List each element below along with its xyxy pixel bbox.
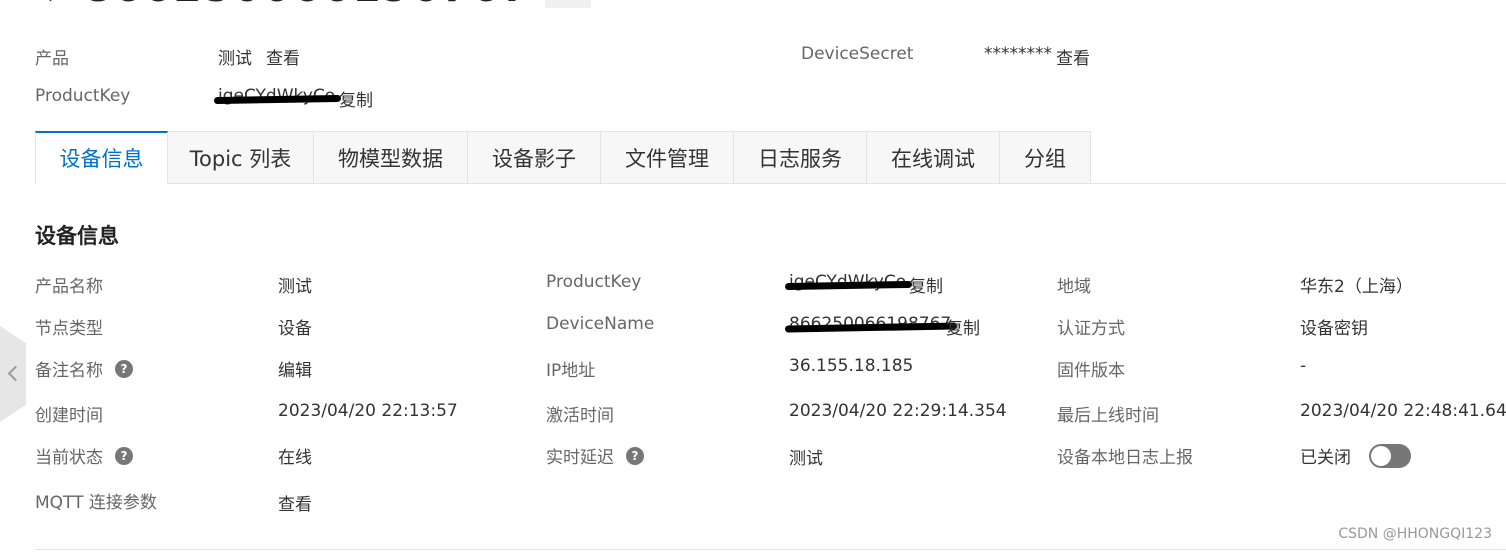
auth-method-label: 认证方式 xyxy=(1057,319,1125,339)
device-name-label: DeviceName xyxy=(546,314,655,334)
tab-thing-model-data[interactable]: 物模型数据 xyxy=(314,131,468,184)
ip-address-value: 36.155.18.185 xyxy=(789,356,914,376)
back-arrow-icon[interactable] xyxy=(30,0,70,8)
realtime-latency-label-text: 实时延迟 xyxy=(546,448,614,468)
realtime-latency-label: 实时延迟 ? xyxy=(546,443,644,468)
product-value: 测试 xyxy=(218,49,252,69)
info-product-key-value-redacted: igeCYdWkyCo xyxy=(789,272,907,292)
watermark: CSDN @HHONGQI123 xyxy=(1338,526,1492,542)
node-type-value: 设备 xyxy=(278,319,312,339)
tab-log-service[interactable]: 日志服务 xyxy=(734,131,867,184)
local-log-report-control: 已关闭 xyxy=(1300,443,1411,468)
last-online-time-value: 2023/04/20 22:48:41.641 xyxy=(1300,401,1506,421)
ip-address-label: IP地址 xyxy=(546,361,596,381)
auth-method-value: 设备密钥 xyxy=(1300,319,1368,339)
current-status-label-text: 当前状态 xyxy=(35,448,103,468)
tab-group[interactable]: 分组 xyxy=(1000,131,1091,184)
local-log-report-status: 已关闭 xyxy=(1300,448,1351,468)
product-key-copy-link[interactable]: 复制 xyxy=(339,86,373,111)
created-time-label: 创建时间 xyxy=(35,406,103,426)
tab-bar: 设备信息 Topic 列表 物模型数据 设备影子 文件管理 日志服务 在线调试 … xyxy=(35,131,1506,184)
tab-device-shadow[interactable]: 设备影子 xyxy=(468,131,601,184)
product-key-label: ProductKey xyxy=(35,86,131,106)
tab-online-debug[interactable]: 在线调试 xyxy=(867,131,1000,184)
info-product-key-label: ProductKey xyxy=(546,272,642,292)
device-secret-label: DeviceSecret xyxy=(801,44,914,64)
mqtt-params-label: MQTT 连接参数 xyxy=(35,493,157,513)
local-log-report-label: 设备本地日志上报 xyxy=(1057,448,1193,468)
region-label: 地域 xyxy=(1057,277,1091,297)
info-product-key-copy-link[interactable]: 复制 xyxy=(909,272,943,297)
activated-time-value: 2023/04/20 22:29:14.354 xyxy=(789,401,1007,421)
product-label: 产品 xyxy=(35,49,69,69)
remark-name-label: 备注名称 ? xyxy=(35,356,133,381)
tab-topic-list[interactable]: Topic 列表 xyxy=(168,131,314,184)
device-secret-view-link[interactable]: 查看 xyxy=(1056,44,1090,69)
tab-device-info[interactable]: 设备信息 xyxy=(35,131,168,184)
current-status-value: 在线 xyxy=(278,448,312,468)
region-value: 华东2（上海） xyxy=(1300,277,1413,297)
tab-file-management[interactable]: 文件管理 xyxy=(601,131,734,184)
remark-edit-link[interactable]: 编辑 xyxy=(278,356,312,381)
collapse-sidebar-handle[interactable] xyxy=(0,326,26,422)
created-time-value: 2023/04/20 22:13:57 xyxy=(278,401,458,421)
activated-time-label: 激活时间 xyxy=(546,406,614,426)
title-tag xyxy=(544,0,591,8)
node-type-label: 节点类型 xyxy=(35,319,103,339)
section-title: 设备信息 xyxy=(35,224,119,248)
current-status-label: 当前状态 ? xyxy=(35,443,133,468)
local-log-toggle[interactable] xyxy=(1369,443,1411,468)
page-header: 86625006619076? xyxy=(30,0,591,11)
help-icon[interactable]: ? xyxy=(115,359,133,378)
latency-test-link[interactable]: 测试 xyxy=(789,444,823,469)
bottom-divider xyxy=(35,549,1506,550)
last-online-time-label: 最后上线时间 xyxy=(1057,406,1159,426)
device-name-copy-link[interactable]: 复制 xyxy=(946,314,980,339)
help-icon[interactable]: ? xyxy=(626,446,644,465)
product-name-value: 测试 xyxy=(278,277,312,297)
device-name-value-redacted: 866250066198767 xyxy=(789,314,952,334)
firmware-version-label: 固件版本 xyxy=(1057,361,1125,381)
product-key-value-redacted: igeCYdWkyCo xyxy=(218,86,336,106)
firmware-version-value: - xyxy=(1300,356,1307,376)
help-icon[interactable]: ? xyxy=(115,446,133,465)
page-title: 86625006619076? xyxy=(84,0,527,11)
product-name-label: 产品名称 xyxy=(35,277,103,297)
remark-name-label-text: 备注名称 xyxy=(35,361,103,381)
device-secret-value: ******** xyxy=(984,44,1052,64)
product-view-link[interactable]: 查看 xyxy=(266,44,300,69)
mqtt-params-view-link[interactable]: 查看 xyxy=(278,490,312,515)
